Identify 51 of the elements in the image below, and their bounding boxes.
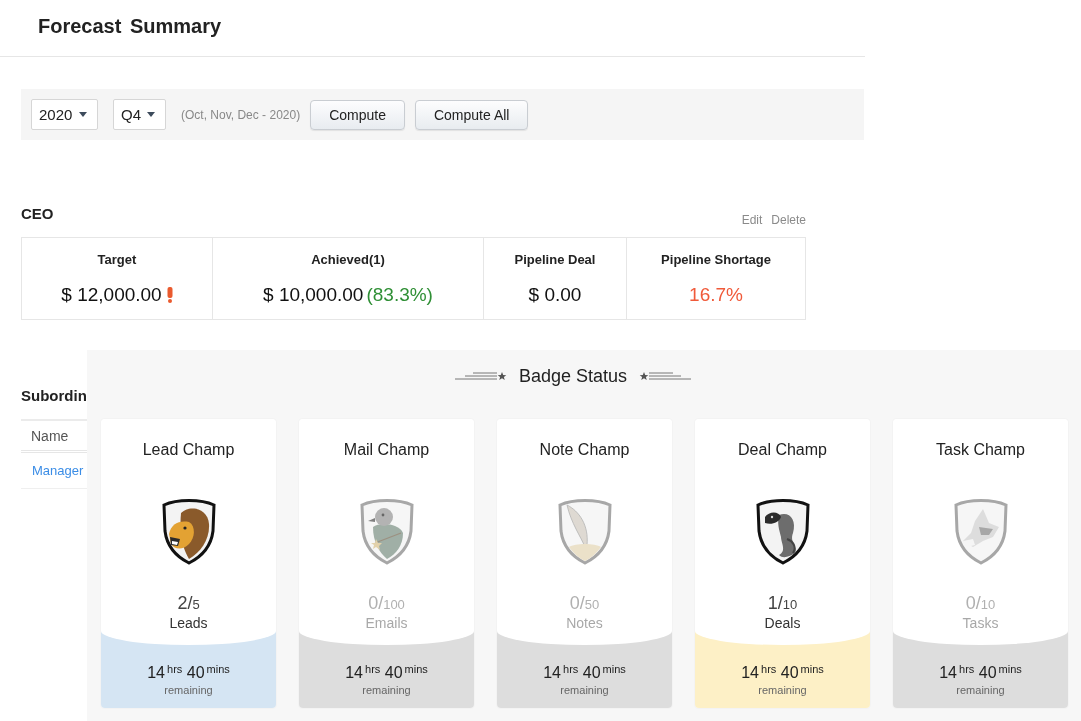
- stat-value: $ 0.00: [528, 283, 582, 307]
- star-lines-icon: [639, 370, 692, 382]
- remaining-text: remaining: [956, 683, 1005, 697]
- badge-count: 0/100: [368, 594, 405, 614]
- page-title: Forecast Summary: [38, 14, 222, 39]
- section-title: CEO: [21, 205, 54, 223]
- badge-unit: Notes: [566, 614, 603, 632]
- time-left: 14$^{hrs}$ 40$^{mins}$: [939, 663, 1022, 683]
- badge-count: 2/5: [177, 594, 200, 614]
- caret-icon: [147, 112, 155, 117]
- badge-title: Deal Champ: [738, 440, 827, 460]
- name-link[interactable]: Manager: [32, 463, 84, 478]
- remaining-text: remaining: [758, 683, 807, 697]
- column-header: Name: [31, 426, 69, 445]
- section-title: Subordin: [21, 387, 87, 404]
- star-lines-icon: [454, 370, 507, 382]
- remaining-text: remaining: [560, 683, 609, 697]
- badge-title: Mail Champ: [343, 440, 430, 460]
- compute-all-button[interactable]: Compute All: [414, 99, 529, 130]
- badge-unit: Deals: [764, 614, 801, 632]
- stat-value: $ 10,000.00: [263, 283, 364, 307]
- badge-title: Note Champ: [539, 440, 630, 460]
- edit-link[interactable]: Edit: [741, 213, 763, 227]
- badge-unit: Tasks: [962, 614, 999, 632]
- date-range-text: (Oct, Nov, Dec - 2020): [181, 107, 301, 122]
- remaining-text: remaining: [362, 683, 411, 697]
- quarter-select[interactable]: Q4: [113, 99, 166, 130]
- badge-unit: Emails: [365, 614, 408, 632]
- time-left: 14$^{hrs}$ 40$^{mins}$: [543, 663, 626, 683]
- badge-title: Task Champ: [936, 440, 1025, 460]
- time-left: 14$^{hrs}$ 40$^{mins}$: [345, 663, 428, 683]
- panel-title: Badge Status: [518, 365, 628, 388]
- percent-text: (83.3%): [366, 283, 433, 307]
- time-left: 14$^{hrs}$ 40$^{mins}$: [147, 663, 230, 683]
- stat-label: Pipeline Deal: [514, 251, 596, 269]
- badge-count: 1/10: [767, 594, 798, 614]
- badge-count: 0/50: [569, 594, 600, 614]
- stat-value: 16.7%: [689, 283, 743, 307]
- stat-label: Pipeline Shortage: [661, 251, 771, 269]
- time-left: 14$^{hrs}$ 40$^{mins}$: [741, 663, 824, 683]
- year-select[interactable]: 2020: [31, 99, 98, 130]
- stat-value: $ 12,000.00: [61, 283, 162, 307]
- badge-title: Lead Champ: [142, 440, 235, 460]
- stat-label: Achieved(1): [311, 251, 385, 269]
- delete-link[interactable]: Delete: [771, 213, 806, 227]
- badge-unit: Leads: [169, 614, 208, 632]
- badge-count: 0/10: [965, 594, 996, 614]
- stat-label: Target: [97, 251, 137, 269]
- compute-button[interactable]: Compute: [310, 99, 405, 130]
- remaining-text: remaining: [164, 683, 213, 697]
- caret-icon: [79, 112, 87, 117]
